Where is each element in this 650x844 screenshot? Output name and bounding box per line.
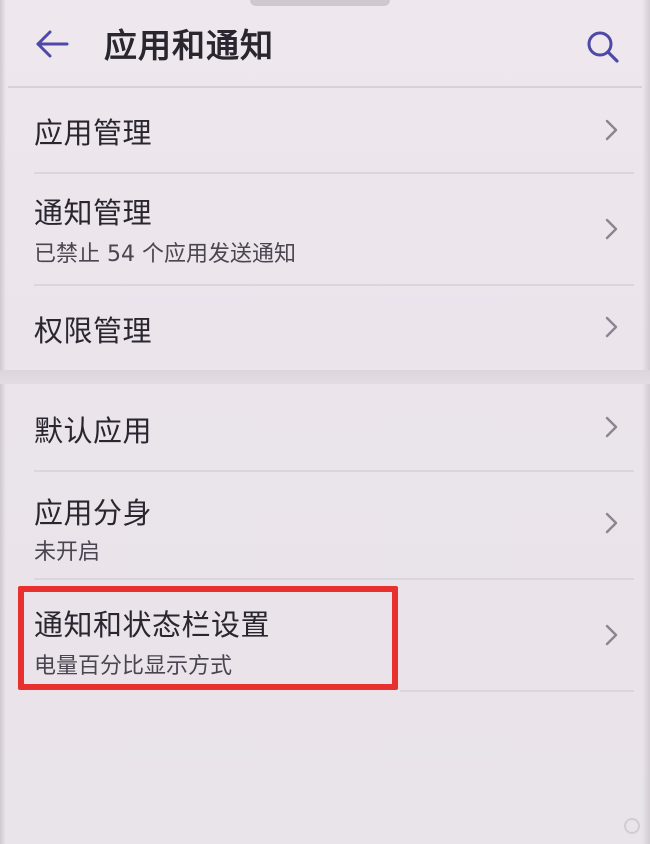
list-item-app-management[interactable]: 应用管理 [0,88,650,172]
list-item-title: 通知管理 [34,196,153,230]
list-item-default-apps[interactable]: 默认应用 [0,384,650,470]
chevron-right-icon [605,218,618,240]
chevron-right-icon [605,416,618,438]
chevron-right-icon [605,512,618,534]
chevron-right-icon [605,316,618,338]
list-item-title: 默认应用 [34,414,153,448]
list-item-subtitle: 未开启 [34,540,101,565]
chevron-right-icon [605,119,618,141]
settings-screen: 应用和通知 应用管理 通知管理 已禁止 54 个应用发送通知 权限管理 默认应用… [0,0,650,844]
section-separator [0,370,650,384]
search-icon [587,31,619,63]
list-item-subtitle: 已禁止 54 个应用发送通知 [34,242,296,267]
list-item-title: 应用分身 [34,496,153,530]
list-item-app-twin[interactable]: 应用分身 未开启 [0,472,650,578]
row-divider [400,690,634,692]
arrow-left-icon [36,30,69,58]
back-button[interactable] [30,22,74,66]
highlight-annotation-box [18,586,398,690]
list-item-title: 应用管理 [34,116,153,150]
list-item-notification-management[interactable]: 通知管理 已禁止 54 个应用发送通知 [0,174,650,284]
watermark-icon [624,818,640,834]
page-title: 应用和通知 [104,26,274,65]
list-item-title: 权限管理 [34,314,153,348]
chevron-right-icon [605,624,618,646]
app-bar: 应用和通知 [0,0,650,86]
search-button[interactable] [580,24,626,70]
list-item-permission-management[interactable]: 权限管理 [0,286,650,370]
